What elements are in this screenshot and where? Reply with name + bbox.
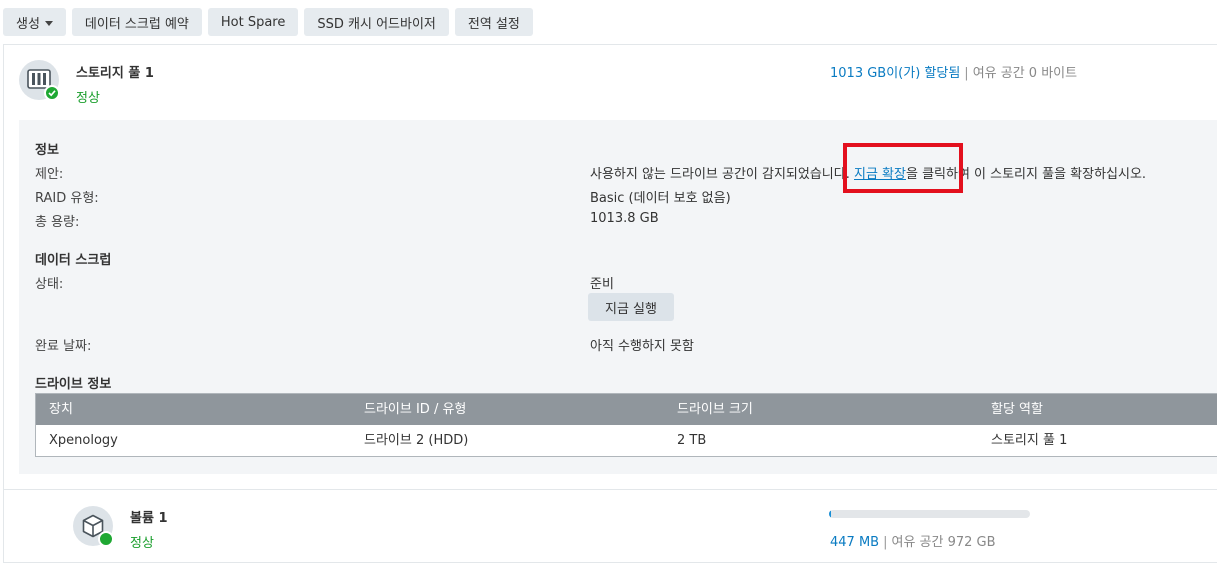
cell-device: Xpenology <box>49 433 118 448</box>
scrub-schedule-button[interactable]: 데이터 스크럽 예약 <box>71 8 202 36</box>
column-header-drive-id[interactable]: 드라이브 ID / 유형 <box>364 394 466 425</box>
highlight-box <box>843 143 963 193</box>
volume-usage-fill <box>829 510 831 518</box>
pool-details: 정보 제안: 사용하지 않는 드라이브 공간이 감지되었습니다. 지금 확장을 … <box>19 120 1217 474</box>
column-header-device[interactable]: 장치 <box>49 394 73 425</box>
pool-allocated: 1013 GB이(가) 할당됨 <box>830 66 961 81</box>
suggestion-text-pre: 사용하지 않는 드라이브 공간이 감지되었습니다. <box>590 167 854 182</box>
scrub-status-label: 상태: <box>35 277 64 292</box>
column-header-drive-size[interactable]: 드라이브 크기 <box>677 394 753 425</box>
cell-drive-size: 2 TB <box>677 433 707 448</box>
pool-header[interactable]: 스토리지 풀 1 정상 1013 GB이(가) 할당됨 | 여유 공간 0 바이트 <box>4 45 1217 120</box>
volume-usage-bar <box>829 510 1030 518</box>
divider <box>4 489 1217 490</box>
pool-free-space: 여유 공간 0 바이트 <box>972 66 1078 81</box>
suggestion-label: 제안: <box>35 167 64 182</box>
volume-free-space: 여유 공간 972 GB <box>891 535 996 550</box>
raid-type-label: RAID 유형: <box>35 191 99 206</box>
ssd-cache-advisor-button[interactable]: SSD 캐시 어드바이저 <box>304 8 449 36</box>
completed-date-label: 완료 날짜: <box>35 339 92 354</box>
drive-info-section-title: 드라이브 정보 <box>35 377 112 392</box>
hot-spare-button[interactable]: Hot Spare <box>207 8 299 36</box>
total-capacity-value: 1013.8 GB <box>590 211 659 226</box>
pool-name: 스토리지 풀 1 <box>76 66 154 81</box>
create-button-label: 생성 <box>16 16 40 32</box>
cell-role: 스토리지 풀 1 <box>991 433 1068 448</box>
drive-table-header: 장치 드라이브 ID / 유형 드라이브 크기 할당 역할 <box>36 394 1217 425</box>
scrub-status-value: 준비 <box>590 277 614 292</box>
toolbar: 생성 데이터 스크럽 예약 Hot Spare SSD 캐시 어드바이저 전역 … <box>3 8 533 36</box>
completed-date-value: 아직 수행하지 못함 <box>590 339 694 354</box>
storage-drive-icon <box>19 60 60 101</box>
volume-cube-icon <box>73 506 117 549</box>
total-capacity-label: 총 용량: <box>35 215 80 230</box>
caret-down-icon <box>44 20 53 26</box>
pool-status: 정상 <box>76 91 100 106</box>
storage-pool-panel: 스토리지 풀 1 정상 1013 GB이(가) 할당됨 | 여유 공간 0 바이트 … <box>3 44 1217 563</box>
separator: | <box>883 535 888 550</box>
table-row[interactable]: Xpenology 드라이브 2 (HDD) 2 TB 스토리지 풀 1 <box>36 425 1217 457</box>
raid-type-value: Basic (데이터 보호 없음) <box>590 191 731 206</box>
volume-usage: 447 MB | 여유 공간 972 GB <box>830 531 996 550</box>
check-circle-icon <box>98 531 117 549</box>
info-section-title: 정보 <box>35 143 59 158</box>
cell-drive-id: 드라이브 2 (HDD) <box>364 433 469 448</box>
global-settings-button[interactable]: 전역 설정 <box>454 8 533 36</box>
pool-allocation: 1013 GB이(가) 할당됨 | 여유 공간 0 바이트 <box>830 62 1077 81</box>
drive-table: 장치 드라이브 ID / 유형 드라이브 크기 할당 역할 Xpenology … <box>35 393 1217 457</box>
column-header-role[interactable]: 할당 역할 <box>991 394 1043 425</box>
separator: | <box>964 66 969 81</box>
scrub-section-title: 데이터 스크럽 <box>35 253 112 268</box>
volume-used: 447 MB <box>830 535 880 550</box>
check-circle-icon <box>44 85 60 101</box>
create-button[interactable]: 생성 <box>3 8 66 36</box>
volume-name[interactable]: 볼륨 1 <box>130 507 168 526</box>
volume-status: 정상 <box>130 536 154 551</box>
run-now-button[interactable]: 지금 실행 <box>588 293 674 321</box>
